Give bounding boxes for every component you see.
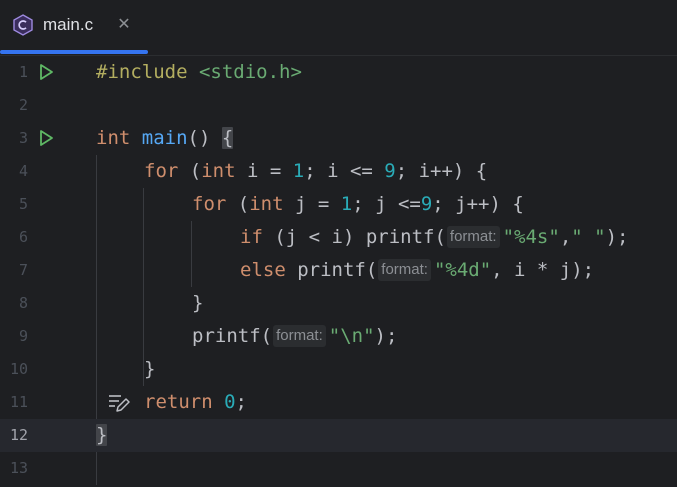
code-line[interactable]: 5 for (int j = 1; j <=9; j++) { (0, 188, 677, 221)
code-text: for (int i = 1; i <= 9; i++) { (144, 160, 488, 182)
line-number: 1 (18, 63, 28, 81)
code-text: if (j < i) printf(format: "%4s"," "); (240, 226, 629, 248)
code-line[interactable]: 4 for (int i = 1; i <= 9; i++) { (0, 155, 677, 188)
line-number: 3 (18, 129, 28, 147)
line-number: 7 (18, 261, 28, 279)
code-line[interactable]: 3 int main() { (0, 122, 677, 155)
line-number: 11 (9, 393, 28, 411)
matched-brace: { (221, 127, 234, 149)
code-line[interactable]: 9 printf(format: "\n"); (0, 320, 677, 353)
parameter-hint: format: (378, 259, 431, 281)
code-text: #include <stdio.h> (96, 61, 302, 83)
line-number: 2 (18, 96, 28, 114)
run-gutter-icon[interactable] (37, 129, 55, 147)
code-line[interactable]: 2 (0, 89, 677, 122)
line-number: 5 (18, 195, 28, 213)
matched-brace: } (96, 424, 108, 446)
code-line[interactable]: 7 else printf(format: "%4d", i * j); (0, 254, 677, 287)
parameter-hint: format: (273, 325, 326, 347)
line-number: 10 (9, 360, 28, 378)
code-editor[interactable]: 1 #include <stdio.h> 2 3 int main() { 4 … (0, 56, 677, 487)
line-number: 12 (9, 426, 28, 444)
code-line[interactable]: 8 } (0, 287, 677, 320)
code-text: } (96, 419, 108, 452)
c-file-icon (13, 14, 33, 36)
code-text: for (int j = 1; j <=9; j++) { (192, 193, 524, 215)
editor-tab-bar: main.c ✕ (0, 0, 677, 56)
code-line[interactable]: 13 (0, 452, 677, 485)
run-gutter-icon[interactable] (37, 63, 55, 81)
edit-lens-icon[interactable] (108, 393, 130, 413)
code-text: int main() { (96, 127, 234, 149)
code-text: } (144, 358, 156, 380)
parameter-hint: format: (446, 226, 500, 248)
active-tab-indicator (0, 50, 148, 54)
line-number: 6 (18, 228, 28, 246)
line-number: 9 (18, 327, 28, 345)
code-text: printf(format: "\n"); (192, 325, 398, 347)
code-line[interactable]: 11 return 0; (0, 386, 677, 419)
code-line[interactable]: 6 if (j < i) printf(format: "%4s"," "); (0, 221, 677, 254)
code-text: else printf(format: "%4d", i * j); (240, 259, 595, 281)
close-icon[interactable]: ✕ (114, 13, 134, 33)
line-number: 8 (18, 294, 28, 312)
code-line-current[interactable]: 12 } (0, 419, 677, 452)
line-number: 13 (9, 459, 28, 477)
code-line[interactable]: 10 } (0, 353, 677, 386)
code-text: } (192, 292, 204, 314)
line-number: 4 (18, 162, 28, 180)
code-text: return 0; (144, 391, 247, 413)
tab-main-c[interactable]: main.c ✕ (0, 0, 148, 55)
tab-title: main.c (43, 15, 94, 34)
code-line[interactable]: 1 #include <stdio.h> (0, 56, 677, 89)
